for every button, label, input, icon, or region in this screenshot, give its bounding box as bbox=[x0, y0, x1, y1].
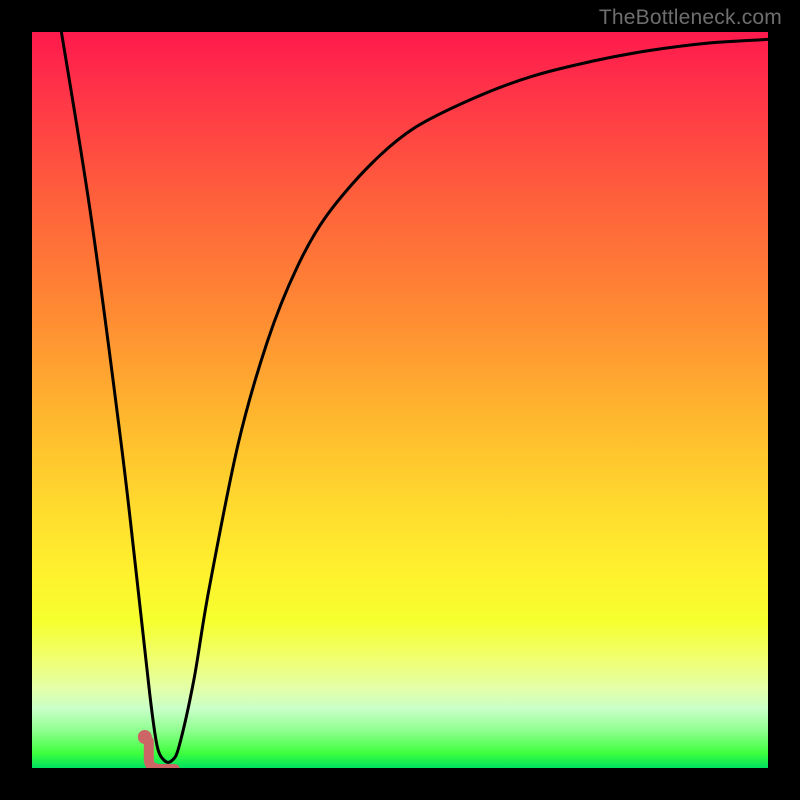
trough-marker-dot bbox=[138, 730, 152, 744]
plot-area bbox=[32, 32, 768, 768]
bottleneck-curve bbox=[61, 32, 768, 762]
curve-layer bbox=[32, 32, 768, 768]
trough-marker bbox=[149, 741, 175, 768]
watermark-text: TheBottleneck.com bbox=[599, 6, 782, 30]
chart-frame: TheBottleneck.com bbox=[0, 0, 800, 800]
